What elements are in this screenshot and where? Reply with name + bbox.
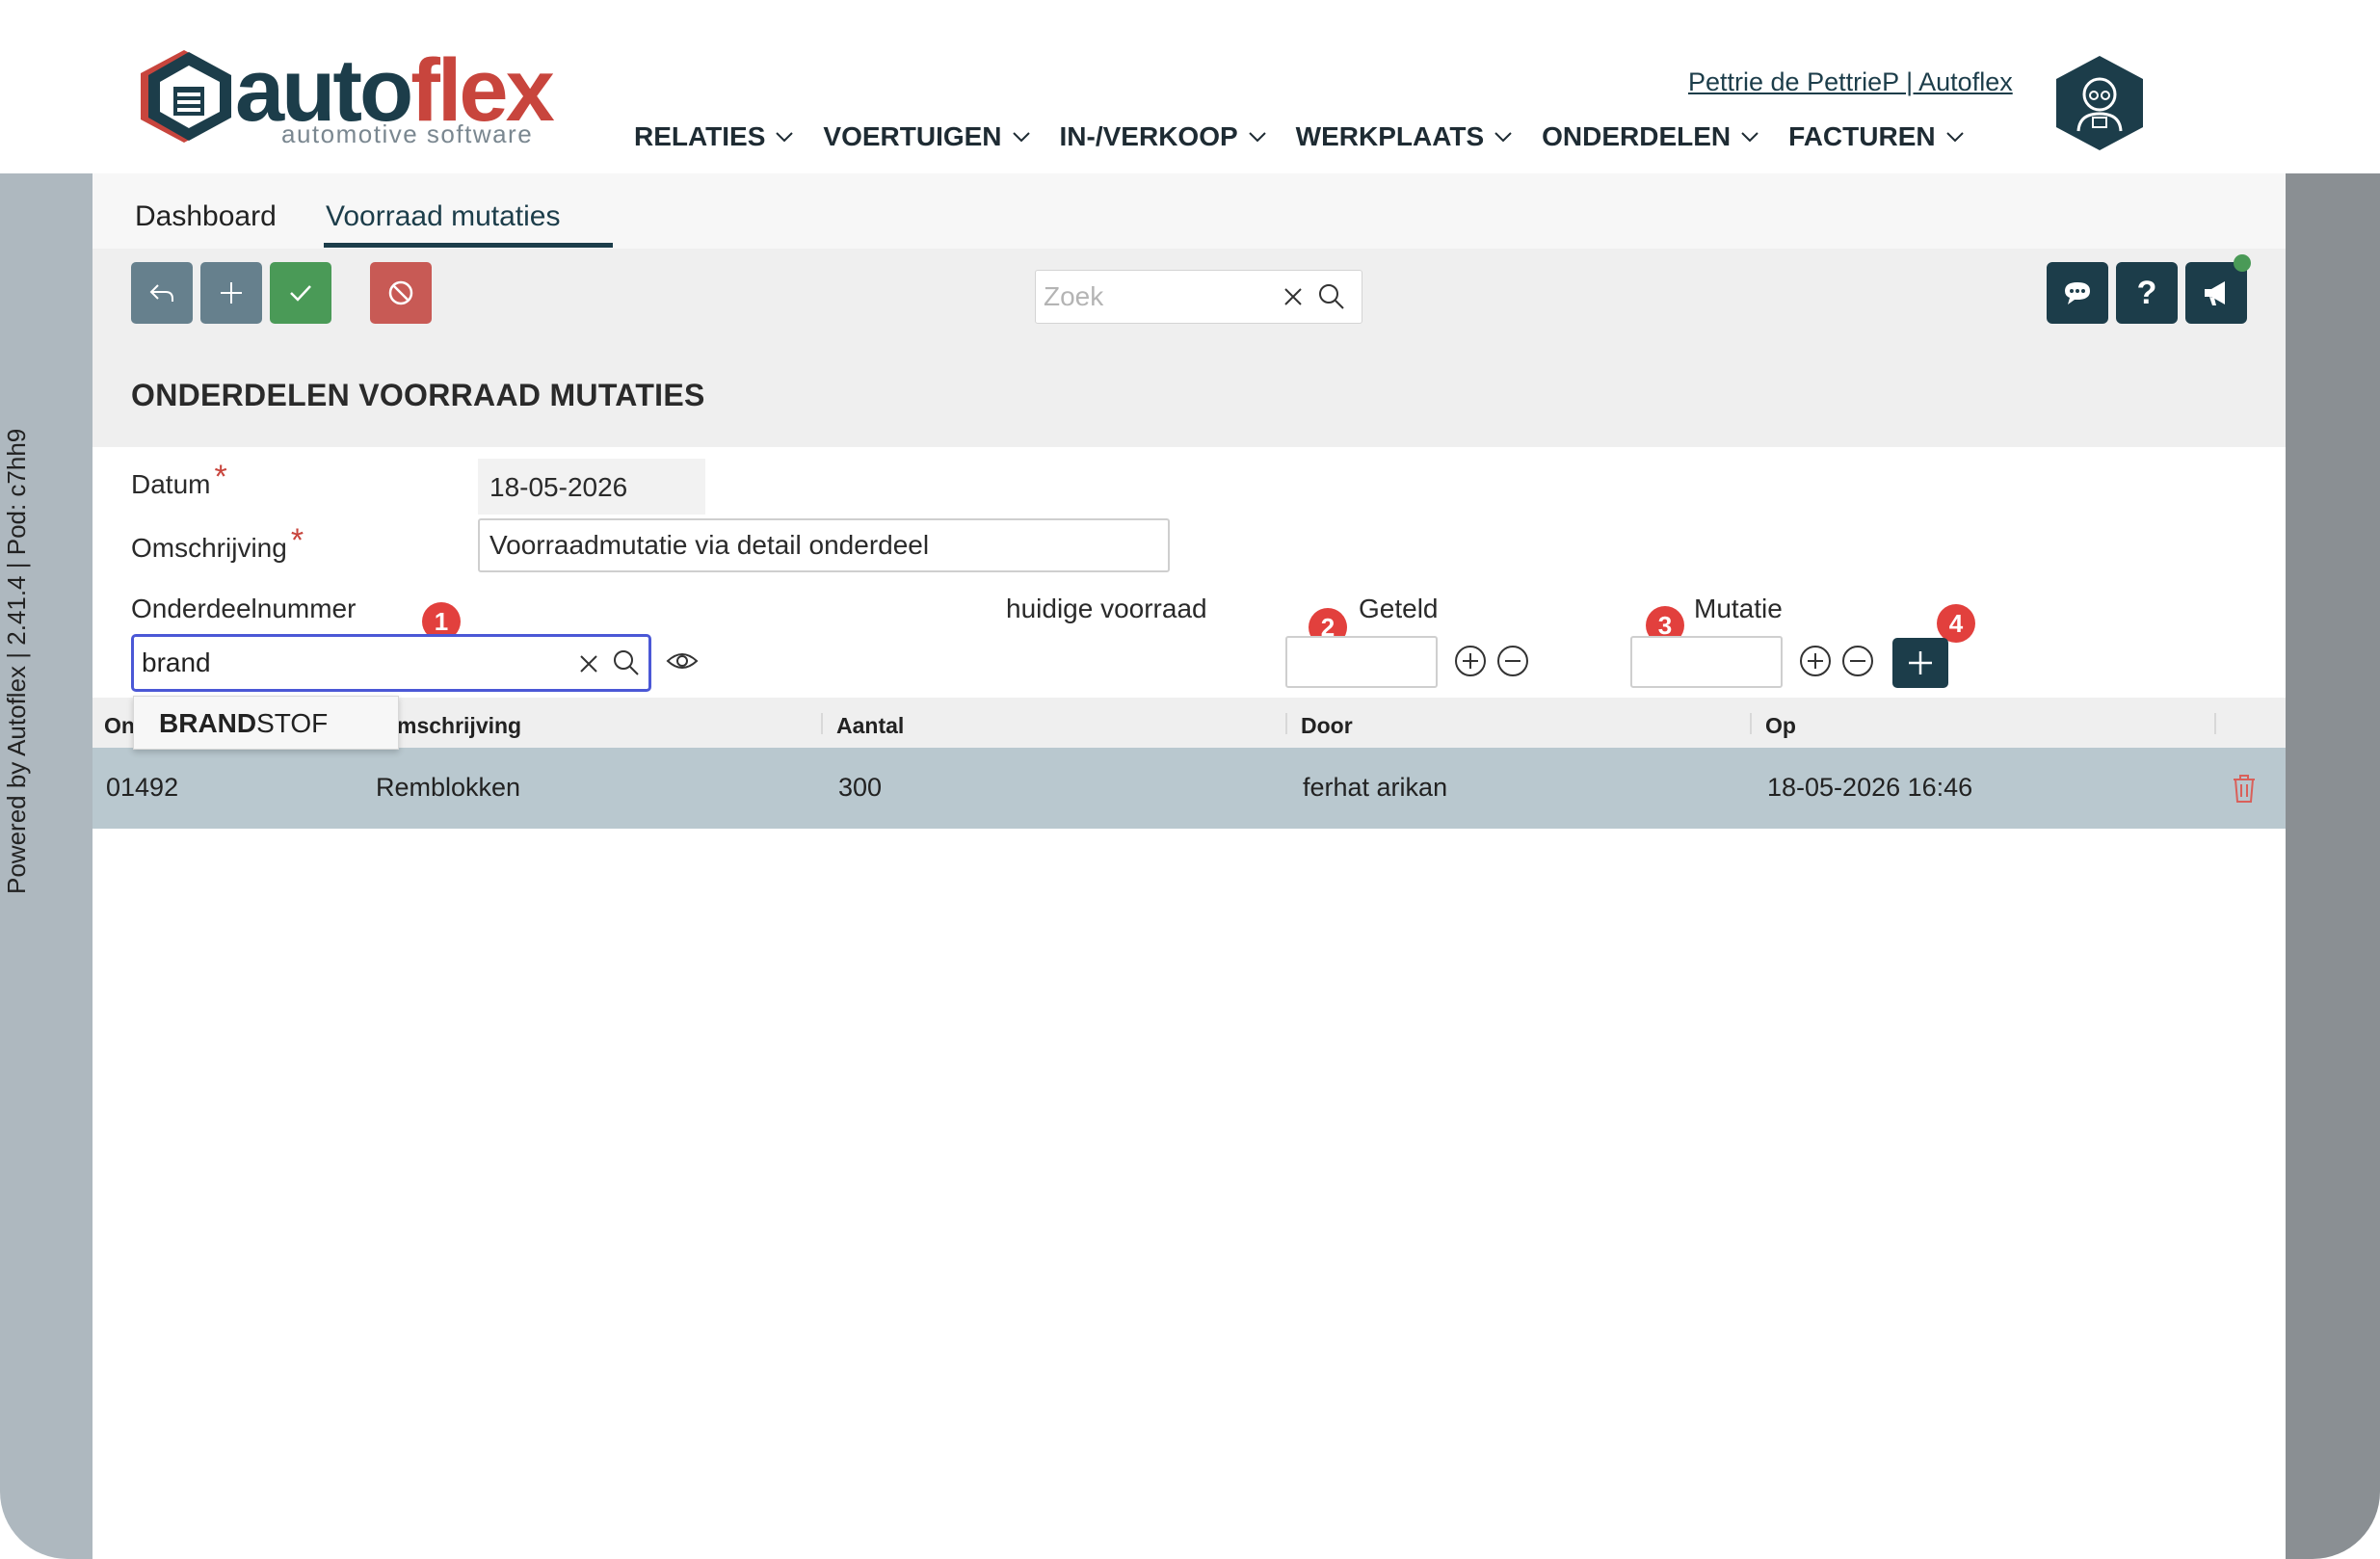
active-tab-indicator bbox=[324, 243, 613, 248]
nav-voertuigen[interactable]: VOERTUIGEN bbox=[823, 121, 1030, 152]
column-divider bbox=[2214, 713, 2216, 734]
undo-arrow-icon bbox=[149, 284, 173, 302]
chevron-down-icon bbox=[776, 132, 794, 143]
mutatie-input[interactable] bbox=[1630, 636, 1783, 688]
omschrijving-input[interactable] bbox=[478, 518, 1170, 572]
required-marker: * bbox=[214, 459, 227, 495]
notification-dot bbox=[2234, 254, 2251, 272]
nav-voertuigen-label: VOERTUIGEN bbox=[823, 121, 1002, 151]
nav-facturen[interactable]: FACTUREN bbox=[1788, 121, 1964, 152]
onderdeelnummer-search-box bbox=[131, 634, 651, 692]
nav-relaties[interactable]: RELATIES bbox=[634, 121, 794, 152]
huidige-voorraad-label: huidige voorraad bbox=[1006, 594, 1207, 623]
search-box bbox=[1035, 270, 1362, 324]
add-mutation-line-button[interactable] bbox=[1892, 638, 1948, 688]
autoflex-logo[interactable]: autoflex automotive software bbox=[131, 42, 555, 154]
chevron-down-icon bbox=[1945, 132, 1964, 143]
cancel-button[interactable] bbox=[370, 262, 432, 324]
prohibited-icon bbox=[388, 280, 413, 305]
right-side-panel bbox=[2286, 173, 2380, 1559]
nav-werkplaats[interactable]: WERKPLAATS bbox=[1296, 121, 1513, 152]
geteld-input[interactable] bbox=[1285, 636, 1438, 688]
top-header: autoflex automotive software Pettrie de … bbox=[0, 0, 2380, 173]
mutatie-label: Mutatie bbox=[1694, 594, 1783, 623]
column-header-door[interactable]: Door bbox=[1301, 713, 1353, 739]
main-navigation: RELATIES VOERTUIGEN IN-/VERKOOP WERKPLAA… bbox=[634, 121, 1994, 152]
user-avatar-icon[interactable] bbox=[2054, 54, 2145, 152]
column-divider bbox=[1750, 713, 1752, 734]
toolbar-panel: ? ONDERDELEN VOORRAAD MUTATIES bbox=[93, 249, 2286, 447]
powered-by-label: Powered by Autoflex | 2.41.4 | Pod: c7hh… bbox=[2, 428, 31, 894]
checkmark-icon bbox=[290, 285, 311, 302]
chevron-down-icon bbox=[1494, 132, 1512, 143]
clear-search-icon[interactable] bbox=[1281, 284, 1306, 309]
geteld-minus-icon[interactable] bbox=[1495, 644, 1530, 678]
page-title: ONDERDELEN VOORRAAD MUTATIES bbox=[131, 378, 705, 412]
required-marker: * bbox=[290, 522, 304, 559]
delete-row-icon[interactable] bbox=[2230, 773, 2259, 804]
nav-relaties-label: RELATIES bbox=[634, 121, 766, 151]
step-badge-4: 4 bbox=[1937, 604, 1975, 643]
plus-icon bbox=[221, 282, 242, 304]
cell-door: ferhat arikan bbox=[1303, 773, 1448, 802]
mutatie-minus-icon[interactable] bbox=[1840, 644, 1875, 678]
search-icon[interactable] bbox=[1317, 282, 1346, 311]
plus-icon bbox=[1909, 651, 1932, 674]
cell-onderdeelnummer: 01492 bbox=[106, 773, 179, 802]
table-header: On mschrijving Aantal Door Op bbox=[93, 698, 2286, 748]
tab-dashboard[interactable]: Dashboard bbox=[135, 200, 277, 233]
nav-facturen-label: FACTUREN bbox=[1788, 121, 1936, 151]
back-button[interactable] bbox=[131, 262, 193, 324]
autocomplete-option-brandstof[interactable]: BRANDSTOF bbox=[133, 696, 399, 750]
column-divider bbox=[821, 713, 823, 734]
mutatie-plus-icon[interactable] bbox=[1798, 644, 1833, 678]
chat-button[interactable] bbox=[2047, 262, 2108, 324]
nav-onderdelen-label: ONDERDELEN bbox=[1542, 121, 1732, 151]
clear-part-icon[interactable] bbox=[577, 652, 600, 675]
autocomplete-rest: STOF bbox=[256, 708, 329, 738]
omschrijving-label: Omschrijving * bbox=[131, 522, 304, 566]
megaphone-icon bbox=[2205, 281, 2225, 305]
column-header-aantal[interactable]: Aantal bbox=[836, 713, 904, 739]
nav-onderdelen[interactable]: ONDERDELEN bbox=[1542, 121, 1759, 152]
help-icon: ? bbox=[2136, 274, 2157, 311]
cell-op: 18-05-2026 16:46 bbox=[1767, 773, 1973, 802]
chevron-down-icon bbox=[1012, 132, 1030, 143]
user-account-link[interactable]: Pettrie de PettrieP | Autoflex bbox=[1688, 67, 2013, 97]
geteld-plus-icon[interactable] bbox=[1453, 644, 1488, 678]
datum-field[interactable]: 18-05-2026 bbox=[478, 459, 705, 515]
view-eye-icon[interactable] bbox=[665, 644, 700, 678]
chevron-down-icon bbox=[1248, 132, 1266, 143]
datum-label-text: Datum bbox=[131, 469, 211, 499]
nav-in-verkoop-label: IN-/VERKOOP bbox=[1059, 121, 1238, 151]
cell-aantal: 300 bbox=[838, 773, 883, 802]
announcements-button[interactable] bbox=[2185, 262, 2247, 324]
garage-logo-icon bbox=[141, 50, 231, 143]
save-button[interactable] bbox=[270, 262, 331, 324]
main-content: Dashboard Voorraad mutaties ? ONDER bbox=[93, 173, 2286, 1559]
geteld-label: Geteld bbox=[1359, 594, 1439, 623]
chevron-down-icon bbox=[1741, 132, 1759, 143]
column-header-onderdeelnummer[interactable]: On bbox=[104, 713, 135, 739]
datum-label: Datum * bbox=[131, 459, 227, 502]
onderdeelnummer-label: Onderdeelnummer bbox=[131, 594, 357, 623]
search-input[interactable] bbox=[1044, 278, 1275, 315]
omschrijving-label-text: Omschrijving bbox=[131, 533, 287, 563]
cell-omschrijving: Remblokken bbox=[376, 773, 521, 802]
nav-werkplaats-label: WERKPLAATS bbox=[1295, 121, 1485, 151]
column-header-op[interactable]: Op bbox=[1765, 713, 1796, 739]
chat-bubble-icon bbox=[2065, 282, 2090, 304]
help-button[interactable]: ? bbox=[2116, 262, 2178, 324]
nav-in-verkoop[interactable]: IN-/VERKOOP bbox=[1060, 121, 1267, 152]
column-header-omschrijving[interactable]: mschrijving bbox=[397, 713, 521, 739]
tab-voorraad-mutaties[interactable]: Voorraad mutaties bbox=[326, 200, 560, 233]
table-row[interactable]: 01492 Remblokken 300 ferhat arikan 18-05… bbox=[93, 748, 2286, 829]
onderdeelnummer-input[interactable] bbox=[142, 645, 556, 681]
autocomplete-match: BRAND bbox=[159, 708, 257, 738]
logo-tagline: automotive software bbox=[281, 119, 534, 148]
search-icon[interactable] bbox=[612, 648, 641, 677]
tab-bar: Dashboard Voorraad mutaties bbox=[93, 173, 2286, 249]
add-button[interactable] bbox=[200, 262, 262, 324]
column-divider bbox=[1285, 713, 1287, 734]
